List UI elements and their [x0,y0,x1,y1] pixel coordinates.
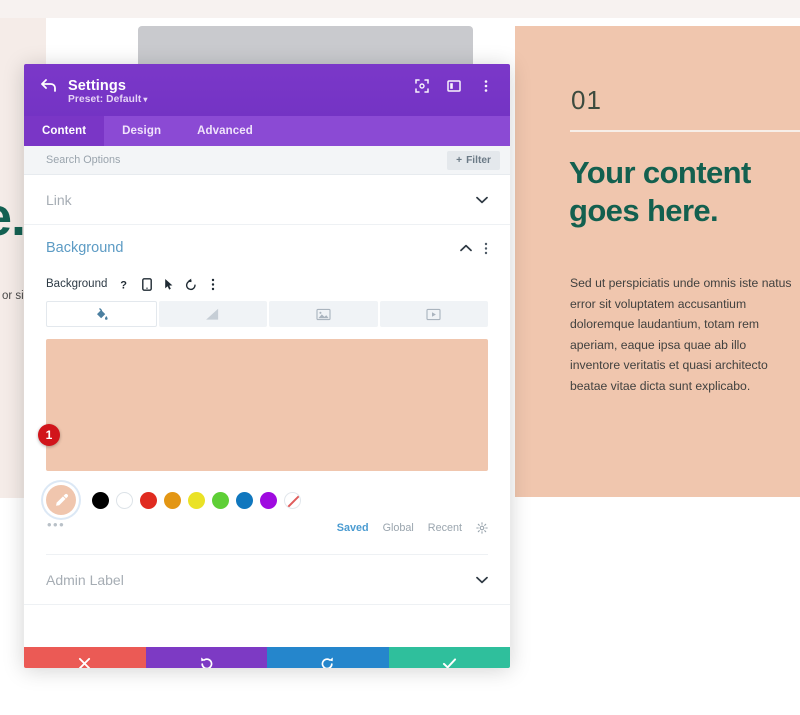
preset-label: Preset: Default [68,94,142,105]
filter-label: Filter [466,154,491,166]
filter-button[interactable]: + Filter [447,150,500,170]
undo-button[interactable] [145,647,267,668]
section-background-label: Background [46,240,124,256]
swatch-transparent[interactable] [284,491,301,509]
svg-text:?: ? [121,279,128,291]
cancel-button[interactable] [24,647,146,668]
background-color-tab[interactable] [46,301,157,327]
content-number: 01 [571,85,602,115]
preset-selector[interactable]: Preset: Default ▾ [68,94,148,105]
swatch-black[interactable] [92,491,109,509]
redo-icon [320,656,335,668]
close-icon [78,657,91,668]
link-recent[interactable]: Recent [428,522,462,534]
screenshot-root: e. or sit ntium 01 Your content goes her… [0,0,800,715]
modal-header-actions [414,78,494,94]
video-icon [426,308,441,321]
background-field-label-row: Background ? [46,273,488,295]
content-preview-panel: 01 Your content goes here. Sed ut perspi… [515,26,800,497]
tab-design[interactable]: Design [104,116,179,146]
responsive-device-icon[interactable] [140,277,153,291]
image-icon [316,308,331,321]
link-saved[interactable]: Saved [337,522,369,534]
color-swatch-row [46,485,488,515]
modal-title: Settings [68,78,126,94]
hover-cursor-icon[interactable] [162,278,175,291]
step-badge-1: 1 [38,424,60,446]
search-input[interactable] [46,154,448,166]
section-link-label: Link [46,191,72,208]
eyedropper-icon [53,492,70,509]
background-color-preview[interactable] [46,339,488,471]
more-vertical-icon[interactable] [478,78,494,94]
fullscreen-icon[interactable] [414,78,430,94]
background-type-tabs [46,301,488,327]
save-button[interactable] [388,647,510,669]
tab-advanced[interactable]: Advanced [179,116,271,146]
back-arrow-icon[interactable] [40,77,58,95]
modal-header: Settings Preset: Default ▾ [24,64,510,116]
color-picker-links: Saved Global Recent [46,519,488,537]
section-admin-label[interactable]: Admin Label [24,555,510,605]
more-vertical-icon[interactable] [484,242,488,255]
section-link[interactable]: Link [24,175,510,225]
swatch-purple[interactable] [260,491,277,509]
background-image-tab[interactable] [269,301,378,327]
backdrop-white-gap [46,18,512,26]
content-divider [570,130,800,132]
plus-icon: + [456,154,463,166]
background-field-label: Background [46,278,108,290]
swatch-yellow[interactable] [188,491,205,509]
reset-icon[interactable] [184,278,197,291]
backdrop-heading-fragment: e. [0,187,26,247]
modal-footer [24,647,510,668]
settings-modal: Settings Preset: Default ▾ Content Desig… [24,64,510,668]
background-video-tab[interactable] [379,301,488,327]
selected-color-swatch[interactable] [46,485,76,515]
redo-button[interactable] [267,647,389,668]
swatch-blue[interactable] [236,491,253,509]
check-icon [442,657,457,669]
swatch-orange[interactable] [164,491,181,509]
chevron-down-icon [476,576,488,584]
paint-bucket-icon [94,307,109,322]
chevron-up-icon[interactable] [460,244,472,252]
backdrop-top-strip [0,0,800,18]
modal-body: 1 Link Background Background ? ••• Saved… [24,175,510,647]
link-global[interactable]: Global [383,522,414,534]
swatch-green[interactable] [212,491,229,509]
content-body-text: Sed ut perspiciatis unde omnis iste natu… [570,276,792,393]
swatch-red[interactable] [140,491,157,509]
layout-toggle-icon[interactable] [446,78,462,94]
chevron-down-icon [476,196,488,204]
more-vertical-icon[interactable] [206,278,219,291]
modal-tabs: Content Design Advanced [24,116,510,146]
chevron-down-icon: ▾ [143,95,148,104]
section-background: Background Background ? ••• Saved Global… [24,225,510,555]
section-admin-label-text: Admin Label [46,571,124,588]
search-bar: + Filter [24,146,510,175]
help-icon[interactable]: ? [118,278,131,291]
section-background-header[interactable]: Background [46,225,488,271]
tab-content[interactable]: Content [24,116,105,146]
gear-icon[interactable] [476,522,488,534]
content-heading: Your content goes here. [569,155,751,228]
swatch-white[interactable] [116,491,133,509]
gradient-icon [205,307,220,322]
undo-icon [199,656,214,668]
background-gradient-tab[interactable] [158,301,267,327]
